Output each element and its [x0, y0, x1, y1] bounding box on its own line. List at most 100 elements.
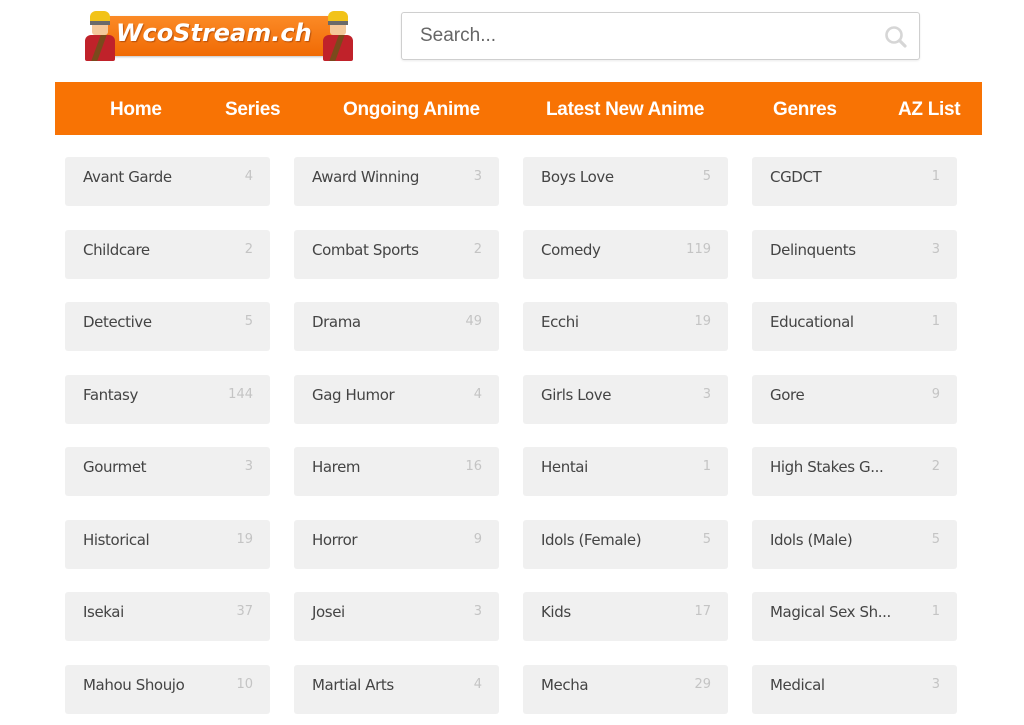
genre-name: Medical — [770, 676, 825, 694]
genre-item[interactable]: Isekai 37 — [65, 592, 270, 641]
genre-count: 1 — [931, 169, 940, 184]
genre-name: Martial Arts — [312, 676, 394, 694]
main-nav: Home Series Ongoing Anime Latest New Ani… — [55, 82, 982, 135]
genre-item[interactable]: Horror 9 — [294, 520, 499, 569]
genre-name: Avant Garde — [83, 168, 172, 186]
genre-item[interactable]: Detective 5 — [65, 302, 270, 351]
genre-count: 4 — [473, 677, 482, 692]
genre-name: Drama — [312, 313, 361, 331]
genre-name: Gourmet — [83, 458, 147, 476]
genre-name: Hentai — [541, 458, 588, 476]
search-box — [401, 12, 920, 60]
genre-count: 3 — [702, 387, 711, 402]
genre-name: Gore — [770, 386, 805, 404]
genre-count: 19 — [694, 314, 711, 329]
search-icon[interactable] — [883, 24, 909, 50]
genre-item[interactable]: Delinquents 3 — [752, 230, 957, 279]
genre-name: Boys Love — [541, 168, 614, 186]
genre-item[interactable]: Hentai 1 — [523, 447, 728, 496]
genre-count: 144 — [228, 387, 253, 402]
genre-name: Delinquents — [770, 241, 856, 259]
genre-item[interactable]: Gore 9 — [752, 375, 957, 424]
genre-item[interactable]: Magical Sex Sh... 1 — [752, 592, 957, 641]
genre-count: 2 — [473, 242, 482, 257]
genre-name: Historical — [83, 531, 150, 549]
logo-text: WcoStream.ch — [116, 19, 312, 47]
genre-item[interactable]: Fantasy 144 — [65, 375, 270, 424]
genre-name: Girls Love — [541, 386, 612, 404]
nav-genres[interactable]: Genres — [773, 82, 837, 135]
genre-name: Educational — [770, 313, 854, 331]
genre-item[interactable]: Josei 3 — [294, 592, 499, 641]
genre-count: 16 — [465, 459, 482, 474]
genre-count: 4 — [473, 387, 482, 402]
genre-count: 5 — [702, 169, 711, 184]
genre-item[interactable]: Ecchi 19 — [523, 302, 728, 351]
genre-count: 37 — [236, 604, 253, 619]
nav-ongoing-anime[interactable]: Ongoing Anime — [343, 82, 480, 135]
genre-item[interactable]: Girls Love 3 — [523, 375, 728, 424]
genre-item[interactable]: Drama 49 — [294, 302, 499, 351]
genre-count: 9 — [931, 387, 940, 402]
genre-name: Award Winning — [312, 168, 419, 186]
genre-name: Detective — [83, 313, 152, 331]
genre-item[interactable]: Medical 3 — [752, 665, 957, 714]
genre-count: 17 — [694, 604, 711, 619]
genre-count: 3 — [931, 677, 940, 692]
genre-name: Ecchi — [541, 313, 579, 331]
genre-name: Kids — [541, 603, 571, 621]
genre-name: Isekai — [83, 603, 124, 621]
nav-latest-new-anime[interactable]: Latest New Anime — [546, 82, 704, 135]
genre-item[interactable]: Childcare 2 — [65, 230, 270, 279]
genre-item[interactable]: Gag Humor 4 — [294, 375, 499, 424]
genre-count: 3 — [473, 604, 482, 619]
genre-item[interactable]: Mahou Shoujo 10 — [65, 665, 270, 714]
genre-count: 2 — [931, 459, 940, 474]
genre-count: 49 — [465, 314, 482, 329]
genre-item[interactable]: Combat Sports 2 — [294, 230, 499, 279]
genre-count: 5 — [244, 314, 253, 329]
genre-item[interactable]: Kids 17 — [523, 592, 728, 641]
mascot-left-icon — [82, 11, 118, 61]
genre-name: Childcare — [83, 241, 150, 259]
nav-home[interactable]: Home — [110, 82, 162, 135]
genre-item[interactable]: Idols (Male) 5 — [752, 520, 957, 569]
genre-item[interactable]: Avant Garde 4 — [65, 157, 270, 206]
search-input[interactable] — [402, 13, 919, 59]
genre-name: Gag Humor — [312, 386, 395, 404]
genre-name: Fantasy — [83, 386, 138, 404]
genre-name: Combat Sports — [312, 241, 419, 259]
nav-az-list[interactable]: AZ List — [898, 82, 961, 135]
genre-item[interactable]: Harem 16 — [294, 447, 499, 496]
genre-name: Idols (Female) — [541, 531, 642, 549]
genre-item[interactable]: CGDCT 1 — [752, 157, 957, 206]
genre-name: Magical Sex Sh... — [770, 603, 891, 621]
genre-count: 5 — [931, 532, 940, 547]
genre-count: 19 — [236, 532, 253, 547]
genre-name: Comedy — [541, 241, 601, 259]
genre-item[interactable]: Gourmet 3 — [65, 447, 270, 496]
genre-item[interactable]: High Stakes G... 2 — [752, 447, 957, 496]
genre-count: 3 — [244, 459, 253, 474]
genre-count: 2 — [244, 242, 253, 257]
genre-item[interactable]: Martial Arts 4 — [294, 665, 499, 714]
genre-count: 10 — [236, 677, 253, 692]
genre-item[interactable]: Educational 1 — [752, 302, 957, 351]
genre-item[interactable]: Mecha 29 — [523, 665, 728, 714]
mascot-right-icon — [320, 11, 356, 61]
genre-name: Idols (Male) — [770, 531, 853, 549]
genre-count: 3 — [473, 169, 482, 184]
genre-name: Harem — [312, 458, 361, 476]
genre-count: 3 — [931, 242, 940, 257]
genre-item[interactable]: Idols (Female) 5 — [523, 520, 728, 569]
genre-item[interactable]: Award Winning 3 — [294, 157, 499, 206]
genre-item[interactable]: Comedy 119 — [523, 230, 728, 279]
genre-name: Horror — [312, 531, 358, 549]
site-logo[interactable]: WcoStream.ch — [82, 11, 356, 61]
nav-series[interactable]: Series — [225, 82, 281, 135]
genre-count: 9 — [473, 532, 482, 547]
genre-item[interactable]: Historical 19 — [65, 520, 270, 569]
genre-count: 1 — [931, 604, 940, 619]
genre-item[interactable]: Boys Love 5 — [523, 157, 728, 206]
genre-name: Mecha — [541, 676, 589, 694]
